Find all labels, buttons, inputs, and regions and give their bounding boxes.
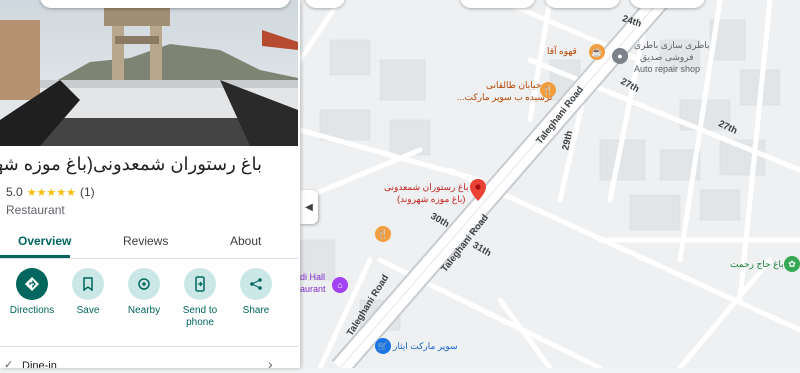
map-chip[interactable] [545, 0, 620, 8]
phone-icon [184, 268, 216, 300]
park-icon[interactable]: ✿ [784, 256, 800, 272]
auto-repair-label-fa2[interactable]: فروشی صدیق [640, 52, 694, 63]
place-category[interactable]: Restaurant [6, 203, 65, 217]
hall-label[interactable]: di Hall [300, 272, 325, 282]
auto-repair-label-en[interactable]: Auto repair shop [634, 64, 700, 74]
rating-stars-icon: ★★★★★ [26, 186, 76, 199]
divider [0, 258, 298, 259]
review-count[interactable]: (1) [80, 185, 95, 199]
service-dine-in[interactable]: Dine-in [22, 360, 57, 368]
garden-label[interactable]: باغ حاج رحمت [730, 259, 784, 270]
chevron-left-icon: ◀ [305, 201, 313, 213]
collapse-panel-button[interactable]: ◀ [300, 190, 318, 224]
share-button[interactable]: Share [228, 268, 284, 317]
place-label[interactable]: ...نرسیده ب سوپر مارکت [457, 92, 552, 103]
cafe-label[interactable]: قهوه آقا [547, 46, 577, 57]
directions-label: Directions [9, 305, 55, 316]
check-icon: ✓ [4, 359, 14, 368]
save-button[interactable]: Save [60, 268, 116, 317]
selected-place-label[interactable]: (باغ موزه شهروند) [397, 194, 465, 205]
market-label[interactable]: سوپر مارکت ایثار [393, 341, 458, 352]
bookmark-icon [72, 268, 104, 300]
directions-icon [16, 268, 48, 300]
nearby-icon [128, 268, 160, 300]
divider [0, 346, 298, 347]
map-canvas[interactable]: 24th 27th 27th 29th 30th 31th Taleghani … [297, 0, 800, 373]
auto-repair-icon[interactable]: ● [612, 48, 628, 64]
directions-button[interactable]: Directions [4, 268, 60, 317]
share-icon [240, 268, 272, 300]
cafe-icon[interactable]: ☕ [589, 44, 605, 60]
share-label: Share [242, 305, 270, 316]
tab-reviews[interactable]: Reviews [123, 234, 168, 248]
place-label[interactable]: خیابان طالقانی [486, 80, 541, 91]
photo-chip[interactable] [40, 0, 290, 8]
rating-value: 5.0 [6, 185, 23, 199]
place-photo[interactable] [0, 0, 298, 146]
event-venue-icon[interactable]: ⌂ [332, 277, 348, 293]
tab-overview[interactable]: Overview [18, 234, 71, 248]
send-to-phone-button[interactable]: Send to phone [172, 268, 228, 329]
map-chip[interactable] [630, 0, 705, 8]
auto-repair-label-fa1[interactable]: باطری سازی باطری [634, 40, 710, 51]
tab-about[interactable]: About [230, 234, 261, 248]
send-to-phone-label: Send to phone [182, 305, 218, 328]
restaurant-icon[interactable]: 🍴 [375, 226, 391, 242]
nearby-label: Nearby [127, 305, 161, 316]
place-title: باغ رستوران شمعدونی(باغ موزه شهروند) [0, 154, 262, 174]
save-label: Save [76, 305, 100, 316]
map-chip[interactable] [460, 0, 535, 8]
hall-label[interactable]: aurant [300, 284, 326, 294]
chevron-right-icon[interactable]: › [268, 356, 273, 368]
place-panel: باغ رستوران شمعدونی(باغ موزه شهروند) 5.0… [0, 0, 300, 368]
rating-row[interactable]: 5.0 ★★★★★ (1) [6, 185, 95, 199]
shopping-cart-icon[interactable]: 🛒 [375, 338, 391, 354]
selected-place-label[interactable]: باغ رستوران شمعدونی [384, 182, 469, 193]
nearby-button[interactable]: Nearby [116, 268, 172, 317]
map-chip[interactable] [305, 0, 345, 8]
